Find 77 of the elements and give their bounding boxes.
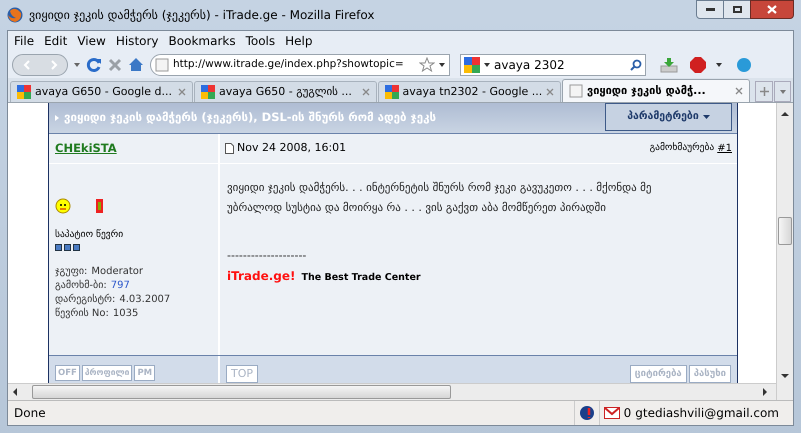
mail-count: 0 xyxy=(624,405,632,422)
url-field[interactable]: http://www.itrade.ge/index.php?showtopic= xyxy=(150,54,450,76)
close-icon xyxy=(767,5,777,14)
signature-text: The Best Trade Center xyxy=(301,270,421,284)
stat-link[interactable]: 797 xyxy=(110,279,130,294)
close-tab-icon[interactable] xyxy=(362,88,370,96)
stat-value: 4.03.2007 xyxy=(119,293,170,308)
vertical-scrollbar[interactable] xyxy=(776,103,793,400)
menu-item[interactable]: File xyxy=(14,32,34,50)
maximize-button[interactable] xyxy=(724,0,750,19)
menu-item[interactable]: History xyxy=(116,32,159,50)
search-engine-icon[interactable] xyxy=(464,56,480,72)
close-tab-icon[interactable] xyxy=(178,88,186,96)
mail-account: gtediashvili@gmail.com xyxy=(635,405,779,422)
stat-label: გამოხმ-ბი: xyxy=(55,279,107,294)
browser-logo-icon xyxy=(7,7,23,23)
topic-title: ვიყიდი ჯეკის დამჭერს (ჯეკერს), DSL-ის შნურს რომ ადებ ჯეკს xyxy=(64,109,436,126)
addon-icon[interactable] xyxy=(578,405,595,421)
browser-tab[interactable]: avaya G650 - Google d... xyxy=(10,81,193,102)
tab-list-button[interactable] xyxy=(774,81,791,102)
status-text: Done xyxy=(14,405,46,422)
menu-item[interactable]: Help xyxy=(285,32,312,50)
stat-label: წევრის No: xyxy=(55,307,109,322)
document-icon xyxy=(225,143,234,154)
scrollbar-thumb[interactable] xyxy=(778,217,792,245)
post-number-link[interactable]: #1 xyxy=(717,141,732,156)
back-forward-buttons[interactable] xyxy=(12,54,68,76)
home-icon[interactable] xyxy=(128,57,144,72)
options-button[interactable]: პარამეტრები xyxy=(605,103,732,131)
close-tab-icon[interactable] xyxy=(546,88,554,96)
search-engine-icon xyxy=(201,85,215,99)
close-tab-icon[interactable] xyxy=(735,87,743,95)
menu-item[interactable]: Bookmarks xyxy=(168,32,236,50)
page-icon xyxy=(155,58,169,72)
dropdown-arrow-icon[interactable] xyxy=(439,62,445,66)
menu-item[interactable]: View xyxy=(77,32,106,50)
dropdown-arrow-icon[interactable] xyxy=(716,62,722,66)
caret-icon xyxy=(702,115,710,119)
stat-value: Moderator xyxy=(91,265,144,280)
minimize-button[interactable] xyxy=(696,0,724,19)
dropdown-arrow-icon[interactable] xyxy=(484,62,490,66)
browser-tab[interactable]: avaya tn2302 - Google ... xyxy=(378,81,561,102)
caret-icon xyxy=(780,90,786,94)
browser-tab[interactable]: ვიყიდი ჯეკის დამჭ... xyxy=(562,79,750,102)
menu-item[interactable]: Tools xyxy=(246,32,276,50)
star-icon[interactable] xyxy=(419,57,435,72)
page-icon xyxy=(569,84,583,98)
stat-value: 1035 xyxy=(112,307,138,322)
reload-icon[interactable] xyxy=(86,56,102,72)
member-rank: საპატიო წევრი xyxy=(55,228,124,242)
window-title: ვიყიდი ჯეკის დამჭერს (ჯეკერს) - iTrade.ge - Mozilla Firefox xyxy=(29,7,374,24)
post-date: Nov 24 2008, 16:01 xyxy=(237,140,346,156)
mail-icon[interactable] xyxy=(604,407,620,419)
horizontal-scrollbar[interactable] xyxy=(8,383,776,400)
stat-label: დარეგისტრ: xyxy=(55,293,116,308)
search-engine-icon xyxy=(17,85,31,99)
bullet-icon xyxy=(55,115,59,121)
search-icon[interactable] xyxy=(630,58,642,70)
stop-icon[interactable] xyxy=(108,58,122,72)
search-field[interactable]: avaya 2302 xyxy=(460,54,646,76)
new-tab-button[interactable] xyxy=(755,81,774,102)
scrollbar-thumb[interactable] xyxy=(32,385,451,399)
search-engine-icon xyxy=(385,85,399,99)
smiley-icon xyxy=(55,198,71,214)
post-text: ვიყიდი ჯეკის დამჭერს. . . ინტერნეტის შნურს რომ ჯეკი გავუკეთო . . . მქონდა მე უბრალოდ სუსტია და მოირყა რა . . . ვის გაქვთ აბა მომწერეთ პირადში xyxy=(227,180,653,216)
browser-tab[interactable]: avaya G650 - გუგლის ... xyxy=(194,81,377,102)
menu-item[interactable]: Edit xyxy=(44,32,68,50)
signature-logo: iTrade.ge! xyxy=(227,268,296,284)
download-icon[interactable] xyxy=(660,56,678,72)
rank-pips-icon xyxy=(55,244,80,252)
plus-icon xyxy=(760,87,769,96)
flag-icon xyxy=(95,198,104,214)
reply-label: გამოხმაურება xyxy=(650,141,714,156)
author-link[interactable]: CHEkiSTA xyxy=(55,140,117,158)
stat-label: ჯგუფი: xyxy=(55,265,88,280)
close-button[interactable] xyxy=(750,0,794,19)
signature-divider: -------------------- xyxy=(227,248,306,264)
